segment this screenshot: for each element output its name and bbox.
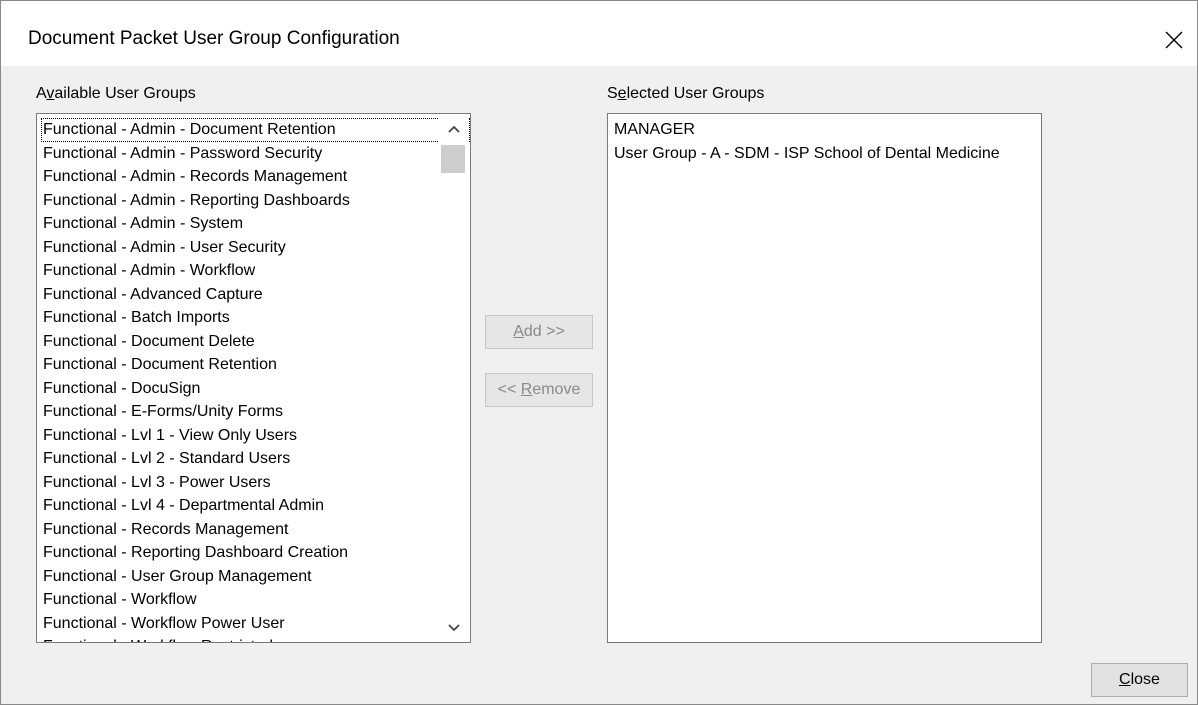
list-item[interactable]: Functional - Workflow Power User: [41, 612, 470, 636]
list-item[interactable]: Functional - Admin - User Security: [41, 236, 470, 260]
add-label-suffix: dd >>: [523, 323, 565, 340]
close-label-suffix: lose: [1130, 671, 1160, 688]
available-items-container: Functional - Admin - Document Retention F…: [41, 118, 470, 642]
list-item[interactable]: Functional - Workflow: [41, 588, 470, 612]
list-item[interactable]: Functional - E-Forms/Unity Forms: [41, 400, 470, 424]
list-item[interactable]: Functional - Admin - Reporting Dashboard…: [41, 189, 470, 213]
selected-groups-list[interactable]: MANAGER User Group - A - SDM - ISP School…: [607, 113, 1042, 643]
list-item[interactable]: Functional - Records Management: [41, 518, 470, 542]
dialog-window: Document Packet User Group Configuration…: [0, 0, 1198, 705]
title-bar: Document Packet User Group Configuration: [1, 1, 1197, 66]
remove-label-mnemonic: R: [520, 381, 533, 398]
list-item[interactable]: Functional - Workflow Restricted: [41, 635, 470, 642]
list-item[interactable]: Functional - Document Retention: [41, 353, 470, 377]
list-item[interactable]: Functional - DocuSign: [41, 377, 470, 401]
selected-groups-label: Selected User Groups: [607, 85, 764, 103]
close-window-button[interactable]: [1157, 23, 1191, 57]
list-item[interactable]: Functional - Admin - Document Retention: [41, 118, 470, 142]
selected-label-mnemonic: e: [617, 85, 627, 102]
selected-label-prefix: S: [607, 85, 618, 102]
list-item[interactable]: Functional - User Group Management: [41, 565, 470, 589]
selected-items-container: MANAGER User Group - A - SDM - ISP School…: [612, 118, 1041, 642]
scroll-down-button[interactable]: [438, 616, 469, 639]
add-label-mnemonic: A: [513, 323, 524, 340]
list-item[interactable]: Functional - Lvl 3 - Power Users: [41, 471, 470, 495]
list-item[interactable]: Functional - Document Delete: [41, 330, 470, 354]
available-groups-list[interactable]: Functional - Admin - Document Retention F…: [36, 113, 471, 643]
list-item[interactable]: MANAGER: [612, 118, 1041, 142]
list-item[interactable]: Functional - Admin - Workflow: [41, 259, 470, 283]
list-item[interactable]: Functional - Lvl 1 - View Only Users: [41, 424, 470, 448]
available-scrollbar[interactable]: [438, 115, 469, 641]
list-item[interactable]: Functional - Batch Imports: [41, 306, 470, 330]
dialog-title: Document Packet User Group Configuration: [28, 28, 400, 49]
available-groups-label: Available User Groups: [36, 85, 196, 103]
scroll-thumb[interactable]: [441, 145, 465, 173]
available-label-suffix: ailable User Groups: [54, 85, 196, 102]
remove-button[interactable]: << Remove: [485, 373, 593, 407]
remove-label-prefix: <<: [497, 381, 521, 398]
close-button[interactable]: Close: [1091, 663, 1188, 697]
list-item[interactable]: Functional - Advanced Capture: [41, 283, 470, 307]
add-button[interactable]: Add >>: [485, 315, 593, 349]
list-item[interactable]: Functional - Reporting Dashboard Creatio…: [41, 541, 470, 565]
list-item[interactable]: Functional - Lvl 2 - Standard Users: [41, 447, 470, 471]
available-label-prefix: A: [36, 85, 47, 102]
list-item[interactable]: Functional - Admin - Records Management: [41, 165, 470, 189]
remove-label-suffix: emove: [532, 381, 581, 398]
close-label-mnemonic: C: [1119, 671, 1131, 688]
chevron-down-icon: [447, 623, 460, 631]
list-item[interactable]: Functional - Admin - Password Security: [41, 142, 470, 166]
selected-label-suffix: lected User Groups: [626, 85, 765, 102]
close-icon: [1165, 31, 1183, 49]
list-item[interactable]: Functional - Lvl 4 - Departmental Admin: [41, 494, 470, 518]
list-item[interactable]: User Group - A - SDM - ISP School of Den…: [612, 142, 1041, 166]
list-item[interactable]: Functional - Admin - System: [41, 212, 470, 236]
chevron-up-icon: [447, 125, 460, 133]
scroll-up-button[interactable]: [438, 117, 469, 140]
